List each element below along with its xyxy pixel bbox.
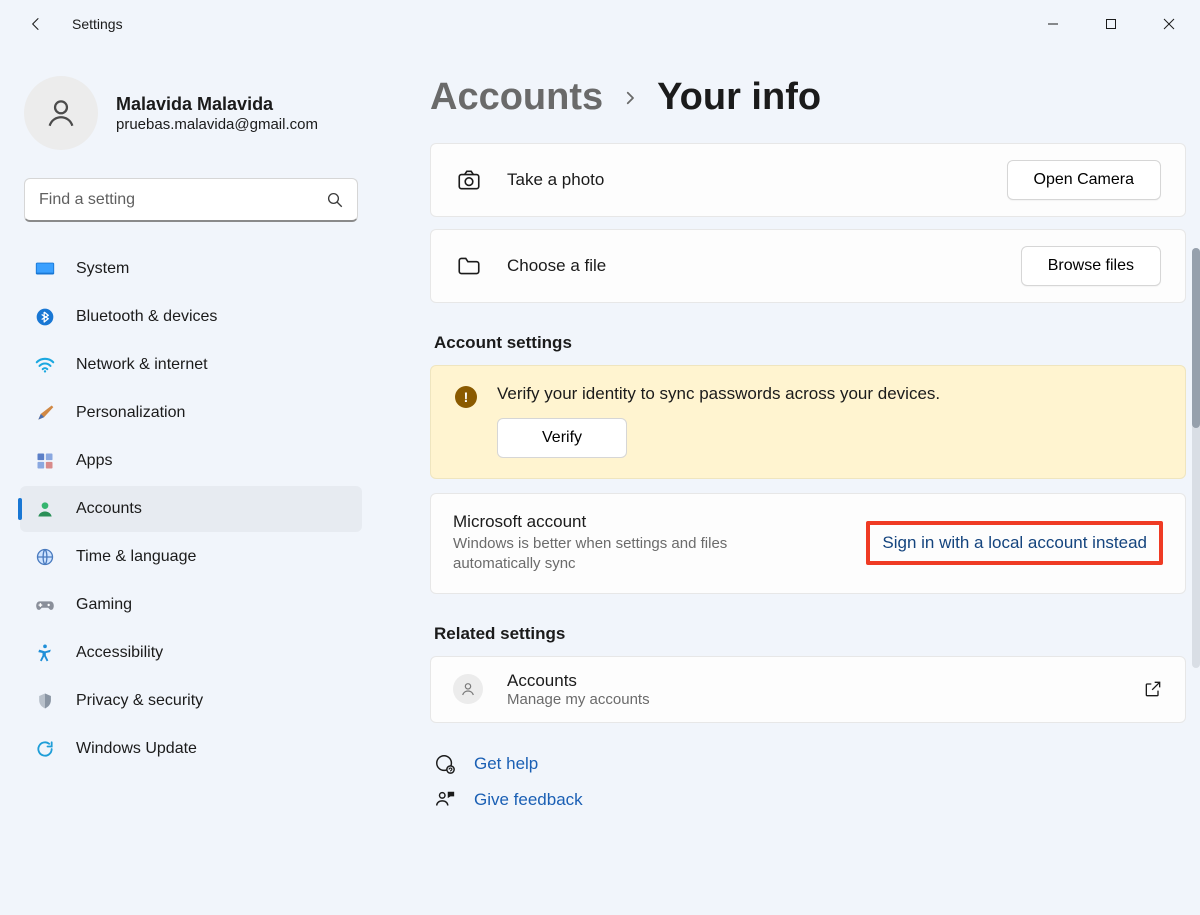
account-settings-heading: Account settings bbox=[434, 333, 1186, 353]
titlebar: Settings bbox=[0, 0, 1200, 48]
search-wrap bbox=[24, 178, 358, 222]
ms-account-title: Microsoft account bbox=[453, 512, 842, 532]
bluetooth-icon bbox=[34, 306, 56, 328]
search-icon bbox=[326, 191, 344, 209]
system-icon bbox=[34, 258, 56, 280]
back-button[interactable] bbox=[16, 4, 56, 44]
scrollbar-thumb[interactable] bbox=[1192, 248, 1200, 428]
sidebar-item-accessibility[interactable]: Accessibility bbox=[20, 630, 362, 676]
footer-links: Get help Give feedback bbox=[430, 753, 1186, 831]
sidebar-item-windows-update[interactable]: Windows Update bbox=[20, 726, 362, 772]
open-camera-button[interactable]: Open Camera bbox=[1007, 160, 1162, 200]
ms-account-sub: Windows is better when settings and file… bbox=[453, 534, 793, 575]
chevron-right-icon bbox=[621, 89, 639, 107]
microsoft-account-card: Microsoft account Windows is better when… bbox=[430, 493, 1186, 594]
profile-email: pruebas.malavida@gmail.com bbox=[116, 116, 318, 133]
related-settings-heading: Related settings bbox=[434, 624, 1186, 644]
local-account-link[interactable]: Sign in with a local account instead bbox=[882, 533, 1147, 552]
help-icon bbox=[434, 753, 456, 775]
sidebar-item-system[interactable]: System bbox=[20, 246, 362, 292]
accounts-icon bbox=[34, 498, 56, 520]
maximize-button[interactable] bbox=[1082, 4, 1140, 44]
nav-label: Privacy & security bbox=[76, 692, 203, 710]
nav: System Bluetooth & devices Network & int… bbox=[20, 246, 362, 772]
globe-icon bbox=[34, 546, 56, 568]
sidebar-item-personalization[interactable]: Personalization bbox=[20, 390, 362, 436]
take-photo-label: Take a photo bbox=[507, 170, 983, 190]
annotation-highlight: Sign in with a local account instead bbox=[866, 521, 1163, 565]
nav-label: Personalization bbox=[76, 404, 185, 422]
content: Accounts Your info Take a photo Open Cam… bbox=[380, 48, 1200, 915]
breadcrumb-parent[interactable]: Accounts bbox=[430, 76, 603, 119]
sidebar: Malavida Malavida pruebas.malavida@gmail… bbox=[0, 48, 380, 915]
related-card-title: Accounts bbox=[507, 671, 650, 691]
give-feedback-link[interactable]: Give feedback bbox=[434, 789, 1186, 811]
avatar-icon bbox=[24, 76, 98, 150]
shield-icon bbox=[34, 690, 56, 712]
sidebar-item-gaming[interactable]: Gaming bbox=[20, 582, 362, 628]
minimize-button[interactable] bbox=[1024, 4, 1082, 44]
wifi-icon bbox=[34, 354, 56, 376]
nav-label: Accounts bbox=[76, 500, 142, 518]
profile-block[interactable]: Malavida Malavida pruebas.malavida@gmail… bbox=[20, 72, 362, 172]
open-external-icon bbox=[1143, 679, 1163, 699]
verify-button[interactable]: Verify bbox=[497, 418, 627, 458]
window-controls bbox=[1024, 4, 1198, 44]
nav-label: Windows Update bbox=[76, 740, 197, 758]
breadcrumb-current: Your info bbox=[657, 76, 821, 119]
breadcrumb: Accounts Your info bbox=[430, 76, 1186, 119]
nav-label: Bluetooth & devices bbox=[76, 308, 217, 326]
verify-identity-banner: ! Verify your identity to sync passwords… bbox=[430, 365, 1186, 479]
sidebar-item-network[interactable]: Network & internet bbox=[20, 342, 362, 388]
accessibility-icon bbox=[34, 642, 56, 664]
person-icon bbox=[453, 674, 483, 704]
nav-label: Apps bbox=[76, 452, 112, 470]
warning-icon: ! bbox=[455, 386, 477, 408]
close-button[interactable] bbox=[1140, 4, 1198, 44]
nav-label: System bbox=[76, 260, 129, 278]
sidebar-item-privacy[interactable]: Privacy & security bbox=[20, 678, 362, 724]
choose-file-row: Choose a file Browse files bbox=[430, 229, 1186, 303]
nav-label: Gaming bbox=[76, 596, 132, 614]
search-input[interactable] bbox=[24, 178, 358, 222]
update-icon bbox=[34, 738, 56, 760]
profile-name: Malavida Malavida bbox=[116, 93, 318, 116]
sidebar-item-time-language[interactable]: Time & language bbox=[20, 534, 362, 580]
folder-icon bbox=[455, 252, 483, 280]
feedback-icon bbox=[434, 789, 456, 811]
related-card-sub: Manage my accounts bbox=[507, 691, 650, 708]
related-accounts-card[interactable]: Accounts Manage my accounts bbox=[430, 656, 1186, 723]
give-feedback-label[interactable]: Give feedback bbox=[474, 790, 583, 810]
take-photo-row: Take a photo Open Camera bbox=[430, 143, 1186, 217]
nav-label: Time & language bbox=[76, 548, 196, 566]
brush-icon bbox=[34, 402, 56, 424]
apps-icon bbox=[34, 450, 56, 472]
sidebar-item-apps[interactable]: Apps bbox=[20, 438, 362, 484]
camera-icon bbox=[455, 166, 483, 194]
get-help-label[interactable]: Get help bbox=[474, 754, 538, 774]
gamepad-icon bbox=[34, 594, 56, 616]
nav-label: Network & internet bbox=[76, 356, 208, 374]
window-title: Settings bbox=[72, 16, 123, 32]
nav-label: Accessibility bbox=[76, 644, 163, 662]
sidebar-item-accounts[interactable]: Accounts bbox=[20, 486, 362, 532]
sidebar-item-bluetooth[interactable]: Bluetooth & devices bbox=[20, 294, 362, 340]
choose-file-label: Choose a file bbox=[507, 256, 997, 276]
browse-files-button[interactable]: Browse files bbox=[1021, 246, 1161, 286]
get-help-link[interactable]: Get help bbox=[434, 753, 1186, 775]
warning-text: Verify your identity to sync passwords a… bbox=[497, 384, 940, 404]
